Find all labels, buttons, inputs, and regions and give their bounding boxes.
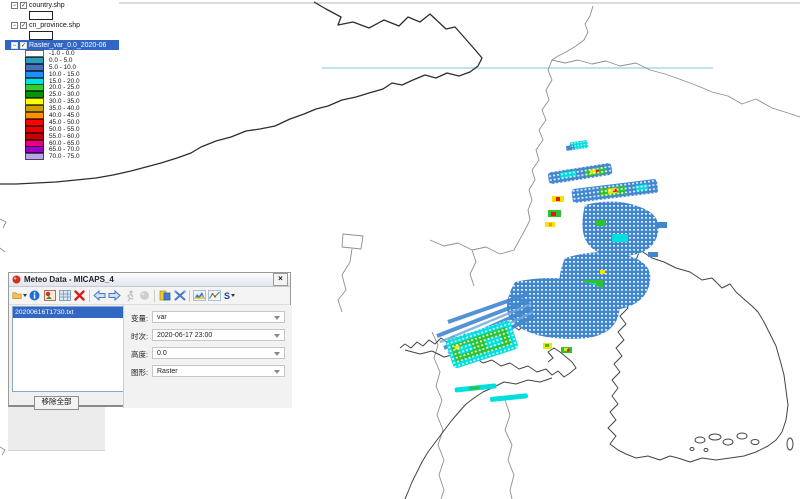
app-icon [12, 275, 21, 284]
s-menu-button[interactable]: S [222, 288, 237, 303]
variable-label: 变量: [131, 313, 148, 324]
graphic-label: 图形: [131, 367, 148, 378]
toolbar-separator [154, 290, 155, 302]
meteo-data-dialog: Meteo Data - MICAPS_4 × [8, 272, 291, 407]
stop-icon [139, 290, 150, 301]
time-value: 2020-06-17 23:00 [157, 332, 212, 339]
legend-item[interactable]: 10.0 - 15.0 [5, 71, 119, 78]
legend-item[interactable]: 20.0 - 25.0 [5, 84, 119, 91]
checkbox-checked-icon[interactable]: ✓ [20, 22, 27, 29]
legend-item[interactable]: 35.0 - 40.0 [5, 105, 119, 112]
open-file-button[interactable] [12, 288, 27, 303]
table-button[interactable] [57, 288, 72, 303]
image-icon [44, 290, 56, 301]
table-icon [59, 290, 71, 301]
file-list-item[interactable]: 20200616T1730.txt [13, 307, 123, 318]
layer-item-raster[interactable]: −✓Raster_var_0.0_2020-06 [5, 40, 119, 50]
layer-symbol-province [5, 30, 119, 40]
height-label: 高度: [131, 349, 148, 360]
legend-item[interactable]: 65.0 - 70.0 [5, 146, 119, 153]
legend-item[interactable]: 60.0 - 65.0 [5, 140, 119, 147]
close-icon[interactable]: × [273, 273, 288, 286]
remove-all-button[interactable]: 移除全部 [34, 396, 79, 410]
area-chart-icon [193, 290, 206, 301]
forward-button[interactable] [107, 288, 122, 303]
file-list[interactable]: 20200616T1730.txt [12, 306, 124, 392]
legend-item[interactable]: 25.0 - 30.0 [5, 91, 119, 98]
legend-range-label: 70.0 - 75.0 [49, 153, 80, 160]
variable-select[interactable]: var [152, 311, 285, 323]
dropdown-caret-icon [231, 294, 235, 297]
legend-item[interactable]: -1.0 - 0.0 [5, 50, 119, 57]
delete-x-icon [74, 290, 85, 301]
folder-icon [12, 290, 22, 301]
animate-button[interactable] [122, 288, 137, 303]
time-label: 时次: [131, 331, 148, 342]
legend-item[interactable]: 40.0 - 45.0 [5, 112, 119, 119]
dialog-form: 变量: var 时次: 2020-06-17 23:00 高度: [123, 305, 292, 408]
arrow-left-icon [93, 290, 106, 301]
layer-label: cn_province.shp [29, 22, 80, 29]
legend-item[interactable]: 45.0 - 50.0 [5, 119, 119, 126]
palette-icon [159, 290, 171, 301]
layer-panel: −✓country.shp −✓cn_province.shp −✓Raster… [5, 0, 119, 170]
collapse-icon[interactable]: − [11, 22, 18, 29]
checkbox-checked-icon[interactable]: ✓ [20, 42, 27, 49]
layer-item-country[interactable]: −✓country.shp [5, 0, 119, 10]
layer-label: Raster_var_0.0_2020-06 [29, 42, 106, 49]
legend-item[interactable]: 70.0 - 75.0 [5, 153, 119, 160]
legend-item[interactable]: 30.0 - 35.0 [5, 98, 119, 105]
checkbox-checked-icon[interactable]: ✓ [20, 2, 27, 9]
tools-button[interactable] [172, 288, 187, 303]
image-button[interactable] [42, 288, 57, 303]
collapse-icon[interactable]: − [11, 2, 18, 9]
collapse-icon[interactable]: − [11, 42, 18, 49]
chevron-down-icon [274, 370, 280, 374]
dialog-titlebar[interactable]: Meteo Data - MICAPS_4 × [9, 273, 290, 287]
toolbar-separator [89, 290, 90, 302]
toolbar-separator [189, 290, 190, 302]
line-chart-button[interactable] [207, 288, 222, 303]
legend-item[interactable]: 5.0 - 10.0 [5, 64, 119, 71]
polygon-swatch [29, 11, 53, 20]
dialog-title: Meteo Data - MICAPS_4 [24, 275, 273, 284]
chevron-down-icon [274, 316, 280, 320]
height-select[interactable]: 0.0 [152, 347, 285, 359]
graphic-value: Raster [157, 368, 178, 375]
info-button[interactable] [27, 288, 42, 303]
arrow-right-icon [108, 290, 121, 301]
line-chart-icon [208, 290, 221, 301]
legend-item[interactable]: 55.0 - 60.0 [5, 133, 119, 140]
tools-icon [174, 290, 186, 301]
runner-icon [125, 290, 135, 302]
legend-item[interactable]: 15.0 - 20.0 [5, 78, 119, 85]
chevron-down-icon [274, 352, 280, 356]
legend-item[interactable]: 0.0 - 5.0 [5, 57, 119, 64]
map-canvas[interactable] [0, 0, 800, 499]
area-chart-button[interactable] [192, 288, 207, 303]
variable-value: var [157, 314, 167, 321]
legend-item[interactable]: 50.0 - 55.0 [5, 126, 119, 133]
layer-symbol-country [5, 10, 119, 20]
palette-button[interactable] [157, 288, 172, 303]
dialog-toolbar: S [9, 287, 290, 305]
dialog-body: 20200616T1730.txt 移除全部 变量: var 时次: 2020-… [9, 305, 290, 408]
polygon-swatch [29, 31, 53, 40]
info-icon [29, 290, 40, 301]
legend-swatch [25, 153, 44, 160]
background-panel [8, 407, 105, 451]
height-value: 0.0 [157, 350, 167, 357]
back-button[interactable] [92, 288, 107, 303]
stop-button[interactable] [137, 288, 152, 303]
s-glyph: S [224, 291, 230, 301]
time-select[interactable]: 2020-06-17 23:00 [152, 329, 285, 341]
graphic-select[interactable]: Raster [152, 365, 285, 377]
province-border-lines [0, 6, 800, 499]
delete-button[interactable] [72, 288, 87, 303]
chevron-down-icon [274, 334, 280, 338]
app-window: −✓country.shp −✓cn_province.shp −✓Raster… [0, 0, 800, 499]
layer-label: country.shp [29, 2, 65, 9]
layer-item-province[interactable]: −✓cn_province.shp [5, 20, 119, 30]
